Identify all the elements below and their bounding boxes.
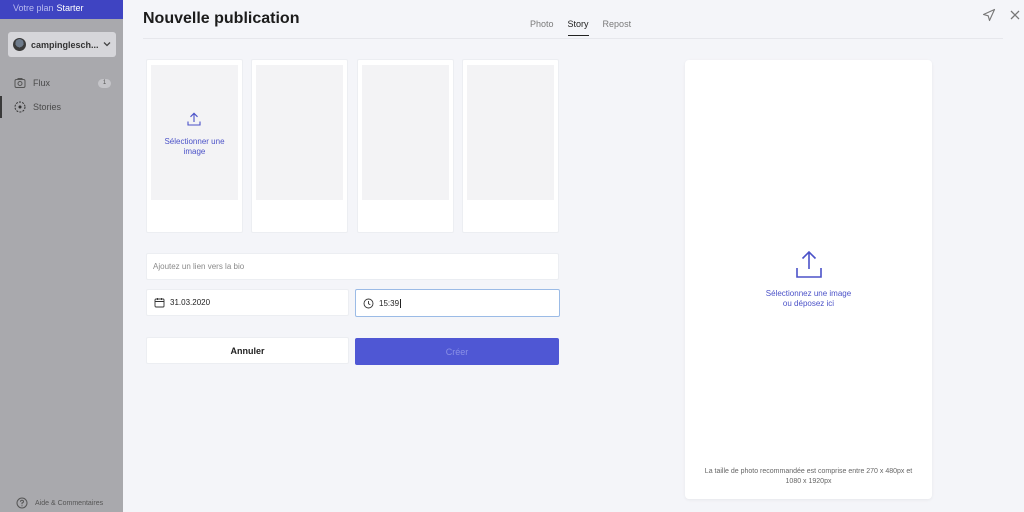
size-note-line2: 1080 x 1920px [785,478,832,485]
publication-type-tabs: Photo Story Repost [530,19,645,36]
sidebar-item-stories[interactable]: Stories [0,96,123,118]
page-title: Nouvelle publication [143,10,300,27]
select-image-label-line2: image [183,147,206,156]
upload-icon [187,112,201,126]
story-slot-placeholder [151,65,238,200]
story-slot-1[interactable]: Sélectionner une image [146,59,243,233]
bio-link-placeholder: Ajoutez un lien vers la bio [153,262,245,271]
date-value: 31.03.2020 [170,298,211,307]
time-value: 15:39 [379,298,400,308]
close-icon[interactable] [1008,8,1022,22]
clock-icon [363,298,374,308]
dropzone-label: Sélectionnez une image ou déposez ici [685,289,932,309]
help-link[interactable]: Aide & Commentaires [16,497,103,509]
story-slot-3[interactable] [357,59,454,233]
account-name: campinglesch... [31,39,99,50]
avatar [13,38,26,51]
cancel-button[interactable]: Annuler [146,337,349,364]
recommended-size-note: La taille de photo recommandée est compr… [693,467,924,487]
story-slot-2[interactable] [251,59,348,233]
date-field[interactable]: 31.03.2020 [146,289,349,316]
select-image-label-line1: Sélectionner une [164,137,225,146]
story-preview-dropzone[interactable]: Sélectionnez une image ou déposez ici La… [685,60,932,499]
calendar-icon [154,298,165,308]
account-switcher[interactable]: campinglesch... [8,32,116,57]
bio-link-input[interactable]: Ajoutez un lien vers la bio [146,253,559,280]
select-image-label: Sélectionner une image [147,137,242,157]
plan-name: Starter [56,3,84,13]
dropzone-label-line1: Sélectionnez une image [765,289,852,298]
new-publication-modal: Nouvelle publication Photo Story Repost … [123,0,1024,512]
text-caret [400,298,402,308]
sidebar-item-label: Stories [33,102,62,112]
story-slot-placeholder [256,65,343,200]
tab-story[interactable]: Story [567,19,589,36]
tab-photo[interactable]: Photo [530,19,554,36]
story-slot-4[interactable] [462,59,559,233]
upload-icon [796,250,822,278]
camera-icon [14,78,26,88]
sidebar: Votre plan Starter campinglesch... Flux 1… [0,0,123,512]
tab-repost[interactable]: Repost [603,19,632,36]
help-icon [16,497,28,509]
send-icon[interactable] [982,8,996,22]
count-badge: 1 [98,78,111,88]
sidebar-item-label: Flux [33,78,51,88]
time-field[interactable]: 15:39 [355,289,560,317]
dropzone-label-line2: ou déposez ici [782,299,835,308]
story-slot-placeholder [467,65,554,200]
plan-bar[interactable]: Votre plan Starter [0,0,123,19]
stories-icon [14,101,26,113]
create-button[interactable]: Créer [355,338,559,365]
plan-prefix: Votre plan [13,3,54,13]
size-note-line1: La taille de photo recommandée est compr… [704,468,913,475]
sidebar-item-flux[interactable]: Flux 1 [0,72,123,94]
help-label: Aide & Commentaires [35,499,104,507]
chevron-down-icon [103,40,111,49]
header-divider [143,38,1003,39]
story-slot-placeholder [362,65,449,200]
